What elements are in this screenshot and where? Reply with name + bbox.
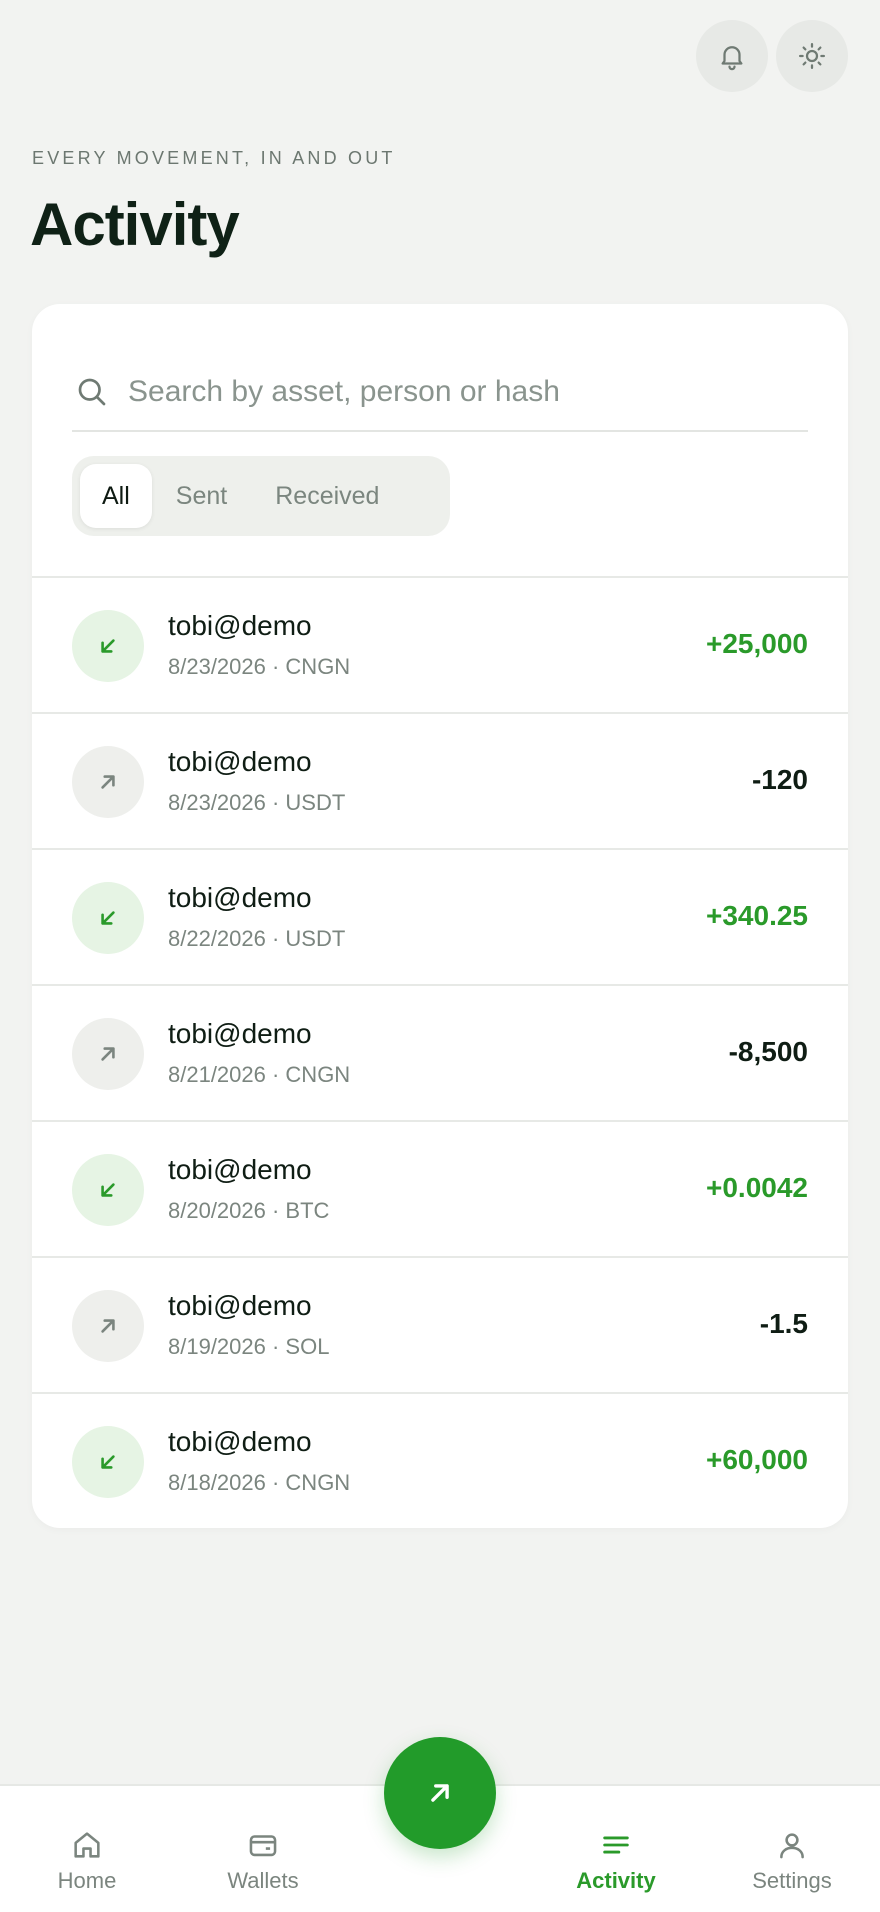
page-title: Activity — [30, 191, 240, 258]
transaction-meta: 8/18/2026 · CNGN — [168, 1470, 351, 1495]
transaction-meta: 8/22/2026 · USDT — [168, 926, 346, 951]
transaction-amount: -120 — [751, 764, 808, 795]
transaction-meta: 8/20/2026 · BTC — [168, 1198, 330, 1223]
nav-wallets[interactable]: Wallets — [188, 1786, 338, 1912]
notifications-button[interactable] — [696, 20, 768, 92]
transaction-amount: +340.25 — [706, 900, 808, 931]
person-icon — [780, 1833, 804, 1859]
filter-received[interactable]: Received — [251, 464, 403, 528]
arrow-down-left-icon — [101, 1455, 115, 1469]
transaction-row[interactable]: tobi@demo 8/19/2026 · SOL -1.5 — [32, 1256, 848, 1392]
arrow-up-right-icon — [101, 1047, 115, 1061]
nav-activity-label: Activity — [576, 1868, 656, 1893]
theme-toggle-button[interactable] — [776, 20, 848, 92]
transaction-amount: +60,000 — [706, 1444, 808, 1475]
wallet-icon — [249, 1835, 277, 1857]
transaction-meta: 8/21/2026 · CNGN — [168, 1062, 351, 1087]
activity-list-icon — [603, 1836, 629, 1854]
incoming-badge — [72, 1426, 144, 1498]
transaction-row[interactable]: tobi@demo 8/18/2026 · CNGN +60,000 — [32, 1392, 848, 1528]
transaction-meta: 8/23/2026 · USDT — [168, 790, 346, 815]
filter-sent[interactable]: Sent — [152, 464, 251, 528]
incoming-badge — [72, 882, 144, 954]
transaction-counterparty: tobi@demo — [168, 1018, 312, 1049]
nav-settings-label: Settings — [752, 1868, 832, 1893]
arrow-down-left-icon — [101, 639, 115, 653]
nav-activity[interactable]: Activity — [541, 1786, 691, 1912]
outgoing-badge — [72, 1290, 144, 1362]
search-input[interactable] — [128, 375, 768, 409]
transaction-row[interactable]: tobi@demo 8/21/2026 · CNGN -8,500 — [32, 984, 848, 1120]
transaction-counterparty: tobi@demo — [168, 1426, 312, 1457]
nav-home-label: Home — [57, 1868, 117, 1893]
arrow-down-left-icon — [101, 1183, 115, 1197]
transaction-amount: +0.0042 — [706, 1172, 808, 1203]
filter-all[interactable]: All — [80, 464, 152, 528]
arrow-up-right-icon — [101, 775, 115, 789]
transaction-meta: 8/19/2026 · SOL — [168, 1334, 330, 1359]
outgoing-badge — [72, 746, 144, 818]
activity-card: All Sent Received tobi@demo 8/23/2026 · … — [32, 304, 848, 1528]
nav-wallets-label: Wallets — [227, 1868, 299, 1893]
transaction-row[interactable]: tobi@demo 8/20/2026 · BTC +0.0042 — [32, 1120, 848, 1256]
transaction-counterparty: tobi@demo — [168, 1154, 312, 1185]
page-eyebrow: EVERY MOVEMENT, IN AND OUT — [32, 148, 396, 168]
outgoing-badge — [72, 1018, 144, 1090]
arrow-up-right-icon — [101, 1319, 115, 1333]
sun-icon — [799, 43, 825, 69]
transaction-amount: -8,500 — [728, 1036, 808, 1067]
filter-segmented-control: All Sent Received — [72, 456, 450, 536]
transaction-row[interactable]: tobi@demo 8/23/2026 · CNGN +25,000 — [32, 576, 848, 712]
nav-home[interactable]: Home — [12, 1786, 162, 1912]
transaction-counterparty: tobi@demo — [168, 746, 312, 777]
arrow-up-right-icon — [431, 1784, 449, 1802]
top-actions — [696, 20, 848, 92]
search-bar — [72, 354, 808, 432]
search-icon — [78, 378, 106, 406]
transaction-amount: -1.5 — [759, 1308, 808, 1339]
transaction-row[interactable]: tobi@demo 8/23/2026 · USDT -120 — [32, 712, 848, 848]
nav-settings[interactable]: Settings — [717, 1786, 867, 1912]
send-fab-button[interactable] — [384, 1737, 496, 1849]
transaction-row[interactable]: tobi@demo 8/22/2026 · USDT +340.25 — [32, 848, 848, 984]
transaction-counterparty: tobi@demo — [168, 882, 312, 913]
arrow-down-left-icon — [101, 911, 115, 925]
incoming-badge — [72, 1154, 144, 1226]
transaction-list: tobi@demo 8/23/2026 · CNGN +25,000 tobi@… — [32, 576, 848, 1528]
transaction-meta: 8/23/2026 · CNGN — [168, 654, 351, 679]
transaction-counterparty: tobi@demo — [168, 610, 312, 641]
transaction-amount: +25,000 — [706, 628, 808, 659]
incoming-badge — [72, 610, 144, 682]
transaction-counterparty: tobi@demo — [168, 1290, 312, 1321]
home-icon — [74, 1832, 100, 1858]
bell-icon — [721, 46, 743, 71]
